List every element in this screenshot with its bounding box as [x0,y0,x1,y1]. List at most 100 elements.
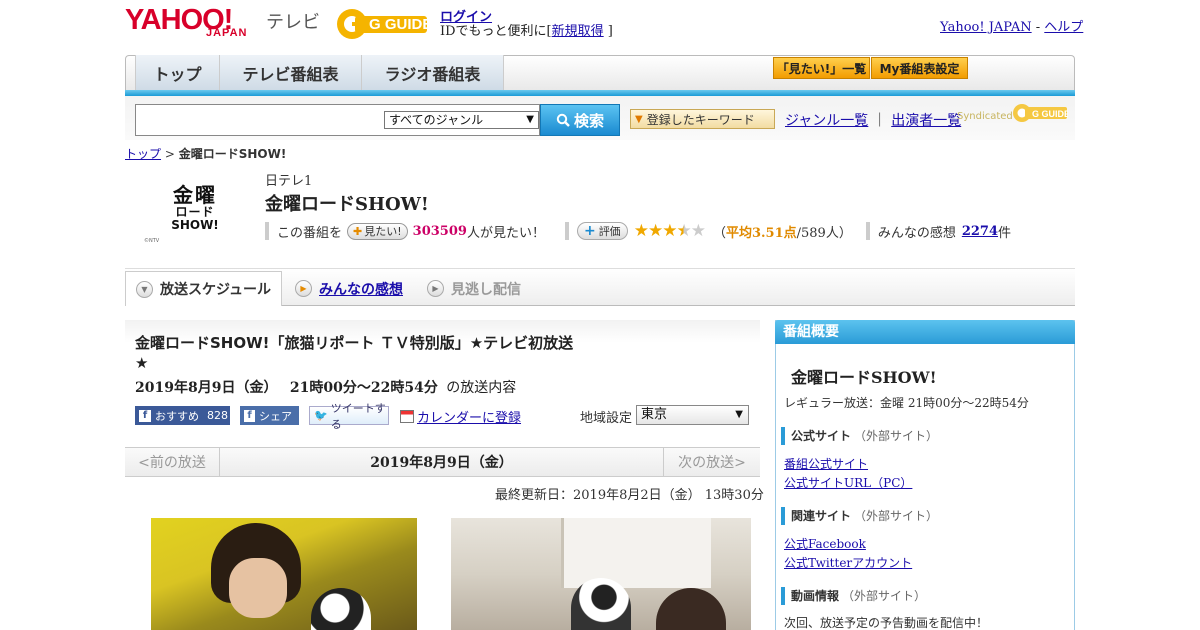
tab-missed-label: 見逃し配信 [451,281,521,298]
rating-average: 平均3.51点 [725,225,797,241]
external-site-note: （外部サイト） [842,589,927,603]
overview-title: 金曜ロードSHOW! [791,368,937,387]
current-broadcast-date: 2019年8月9日（金） [370,455,513,471]
channel-name: 日テレ1 [265,174,313,189]
tab-reviews[interactable]: ▶ みんなの感想 [295,271,403,306]
tab-reviews-label: みんなの感想 [319,281,403,298]
breadcrumb-separator: > [161,147,179,161]
mitai-list-button[interactable]: 「見たい!」一覧 [773,57,870,79]
tab-broadcast-schedule-label: 放送スケジュール [160,282,272,298]
empty-star-icon: ★ [690,221,706,241]
breadcrumb-current: 金曜ロードSHOW! [178,147,287,161]
episode-photo-2 [451,518,751,630]
rating-button[interactable]: + 評価 [576,222,628,240]
signup-link[interactable]: 新規取得 [552,24,604,39]
fb-recommend-count: 828 [207,409,228,422]
nav-tab-top[interactable]: トップ [135,55,220,90]
facebook-link[interactable]: 公式Facebook [784,535,866,552]
photo-figure [656,588,726,630]
header-links: Yahoo! JAPAN - ヘルプ [940,16,1083,35]
breadcrumb: トップ > 金曜ロードSHOW! [125,145,286,162]
mitai-suffix: 人が見たい！ [466,225,545,241]
breadcrumb-top-link[interactable]: トップ [125,147,161,161]
genre-list-link[interactable]: ジャンル一覧 [785,113,868,129]
stat-divider [564,222,569,240]
nav-tab-radio-listings[interactable]: ラジオ番組表 [362,55,504,90]
gguide-logo-text: G GUIDE [369,16,431,33]
calendar-icon [400,410,414,423]
facebook-icon: f [139,409,151,422]
episode-time: 21時00分～22時54分 [289,380,438,396]
my-listings-settings-button[interactable]: My番組表設定 [871,57,968,79]
stat-divider [265,222,269,240]
tweet-label: ツイートする [330,401,386,431]
login-desc-close: ] [603,24,613,39]
facebook-share-button[interactable]: f シェア [240,406,299,425]
official-site-link[interactable]: 番組公式サイト [784,455,868,472]
gguide-small-logo-text: G GUIDE [1032,109,1068,119]
episode-date: 2019年8月9日（金） [135,380,278,396]
fb-recommend-label: おすすめ [155,409,199,423]
registered-keywords-button[interactable]: ▼ 登録したキーワード [630,109,775,129]
gguide-small-logo: G GUIDE [1013,104,1068,122]
nav-tab-tv-listings[interactable]: テレビ番組表 [220,55,362,90]
mitai-button[interactable]: ✚ 見たい! [347,222,408,240]
reviews-count-link[interactable]: 2274 [962,224,998,239]
tab-missed-streaming[interactable]: ▶ 見逃し配信 [427,271,521,306]
genre-select-value: すべてのジャンル [389,113,484,127]
facebook-recommend-button[interactable]: f おすすめ 828 [135,406,230,425]
star-icon: ★ [647,221,663,241]
play-icon: ▶ [427,280,444,297]
program-logo-credit: ©NTV [144,238,160,244]
search-button[interactable]: 検索 [540,104,620,136]
twitter-bird-icon: 🐦 [314,409,328,422]
stat-divider [865,222,870,240]
mitai-count: 303509 [412,223,467,239]
video-info-text: 次回、放送予定の予告動画を配信中！ [784,616,989,630]
star-icon: ★ [662,221,677,241]
video-info-heading-label: 動画情報 [791,589,840,603]
video-info-heading: 動画情報 （外部サイト） [781,587,926,605]
help-link[interactable]: ヘルプ [1044,20,1083,35]
previous-broadcast-link[interactable]: <前の放送 [125,448,220,476]
yahoo-japan-label: JAPAN [206,27,248,39]
episode-airtime: 2019年8月9日（金） 21時00分～22時54分 の放送内容 [135,377,516,397]
yahoo-japan-link[interactable]: Yahoo! JAPAN [940,20,1032,35]
next-broadcast-link[interactable]: 次の放送> [663,448,760,476]
external-site-note: （外部サイト） [854,509,939,523]
episode-title: 金曜ロードSHOW!「旅猫リポート ＴＶ特別版」★テレビ初放送★ [135,334,574,372]
dropdown-arrow-icon: ▼ [735,409,743,420]
plus-icon: ✚ [353,224,363,238]
external-site-note: （外部サイト） [854,429,939,443]
related-site-heading: 関連サイト （外部サイト） [781,507,938,525]
calendar-register[interactable]: カレンダーに登録 [400,407,521,426]
search-button-label: 検索 [573,111,604,130]
calendar-register-link[interactable]: カレンダーに登録 [417,407,521,426]
star-icon: ★ [633,221,649,241]
tweet-button[interactable]: 🐦 ツイートする [309,402,389,431]
episode-date-suffix: の放送内容 [446,380,517,396]
twitter-account-link[interactable]: 公式Twitterアカウント [784,554,912,571]
episode-photo-1 [151,518,417,630]
syndicated-label: Syndicated [957,111,1013,122]
tab-broadcast-schedule[interactable]: ▼ 放送スケジュール [125,271,282,306]
related-site-heading-label: 関連サイト [791,509,852,523]
program-logo-line1: 金曜 [173,183,217,207]
mitai-prefix: この番組を [277,225,343,241]
photo-cat [311,588,371,630]
official-site-pc-link[interactable]: 公式サイトURL（PC） [784,474,912,491]
star-rating: ★★★★★ [633,221,706,241]
half-star-icon: ★ [676,221,691,241]
fb-share-label: シェア [259,409,292,423]
last-updated: 最終更新日：2019年8月2日（金） 13時30分 [495,488,764,503]
region-label: 地域設定 [580,411,633,426]
photo-window [561,518,711,588]
official-site-heading: 公式サイト （外部サイト） [781,427,938,445]
rating-button-label: 評価 [598,225,621,238]
genre-select[interactable]: すべてのジャンル ▼ [384,111,539,129]
header-link-separator: - [1031,20,1045,35]
search-icon [556,113,570,127]
region-select[interactable]: 東京 ▼ [636,405,749,425]
login-desc-text: IDでもっと便利に[ [440,24,552,39]
performer-list-link[interactable]: 出演者一覧 [891,113,961,129]
